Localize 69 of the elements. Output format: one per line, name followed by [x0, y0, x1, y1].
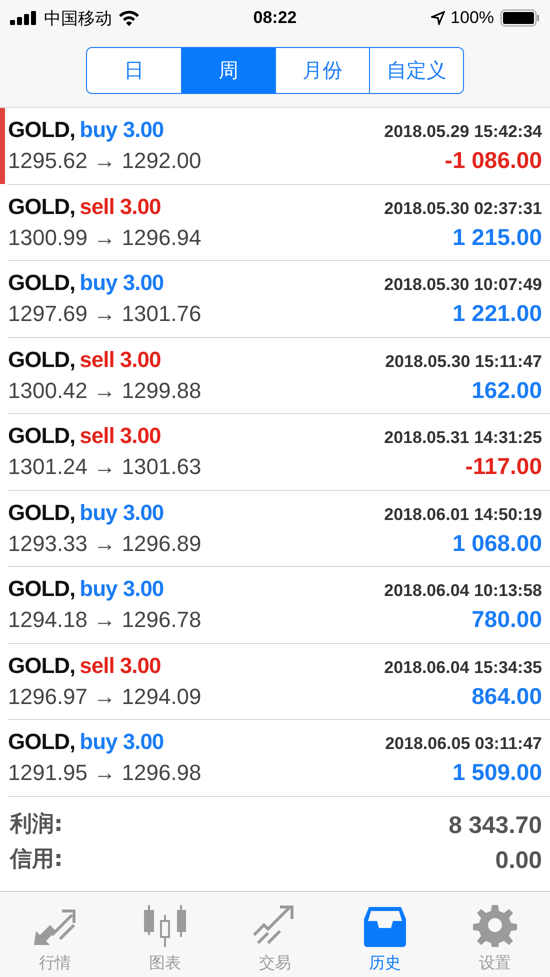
- price-range: 1300.42 → 1299.88: [8, 376, 202, 405]
- period-tab[interactable]: 日: [87, 48, 181, 93]
- battery-icon: [500, 9, 540, 27]
- period-tab[interactable]: 自定义: [369, 48, 463, 93]
- trade-time: 2018.05.31 14:31:25: [384, 427, 542, 450]
- symbol-label: GOLD,: [8, 423, 76, 448]
- trade-volume: buy 3.00: [80, 270, 164, 296]
- inbox-tray-icon: [363, 905, 407, 947]
- symbol-label: GOLD,: [8, 652, 76, 678]
- signal-icon: [10, 11, 38, 25]
- tab-bar-item[interactable]: 交易: [220, 892, 330, 977]
- symbol-label: GOLD,: [8, 117, 76, 142]
- clock-time: 08:22: [253, 8, 297, 28]
- price-range: 1295.62 → 1292.00: [8, 147, 202, 176]
- symbol-label: GOLD,: [8, 346, 76, 372]
- profit-value: 162.00: [472, 376, 542, 405]
- profit-value: 780.00: [472, 605, 542, 634]
- wifi-icon: [118, 10, 140, 26]
- trade-volume: sell 3.00: [80, 652, 161, 678]
- price-range: 1301.24 → 1301.63: [8, 453, 202, 482]
- symbol-label: GOLD,: [8, 270, 76, 296]
- trade-time: 2018.06.05 03:11:47: [385, 733, 542, 756]
- symbol-label: GOLD,: [8, 729, 76, 754]
- summary-value: 0.00: [495, 846, 542, 876]
- trade-volume: buy 3.00: [80, 117, 164, 142]
- location-arrow-icon: [430, 11, 445, 25]
- trade-time: 2018.06.04 10:13:58: [384, 580, 542, 602]
- trade-volume: sell 3.00: [80, 423, 161, 448]
- candlestick-icon: [142, 905, 188, 947]
- profit-value: 864.00: [472, 682, 542, 711]
- battery-percent: 100%: [450, 8, 494, 28]
- profit-value: 1 509.00: [452, 758, 542, 788]
- price-range: 1297.69 → 1301.76: [8, 300, 202, 328]
- summary-label: 利润:: [10, 810, 63, 839]
- profit-value: -1 086.00: [444, 146, 542, 176]
- price-range: 1296.97 → 1294.09: [8, 682, 202, 711]
- trade-volume: sell 3.00: [80, 346, 161, 372]
- profit-value: 1 221.00: [452, 299, 542, 328]
- trade-volume: sell 3.00: [80, 194, 161, 219]
- price-range: 1294.18 → 1296.78: [8, 606, 202, 634]
- price-range: 1300.99 → 1296.94: [8, 224, 202, 252]
- summary-value: 8 343.70: [448, 810, 542, 841]
- carrier-name: 中国移动: [44, 8, 112, 30]
- period-tab[interactable]: 周: [181, 48, 275, 93]
- symbol-label: GOLD,: [8, 500, 76, 525]
- double-arrow-icon: [32, 907, 78, 947]
- summary-label: 信用:: [10, 846, 63, 874]
- trade-time: 2018.06.01 14:50:19: [384, 504, 542, 526]
- trade-volume: buy 3.00: [80, 576, 164, 602]
- trade-time: 2018.05.30 15:11:47: [385, 350, 542, 373]
- period-tab[interactable]: 月份: [275, 48, 369, 93]
- profit-value: 1 068.00: [452, 528, 542, 558]
- tab-bar-item[interactable]: 设置: [440, 892, 550, 977]
- trade-time: 2018.05.30 02:37:31: [384, 198, 542, 220]
- trade-time: 2018.06.04 15:34:35: [384, 656, 542, 679]
- trade-volume: buy 3.00: [80, 729, 164, 754]
- profit-value: -117.00: [465, 452, 542, 482]
- tab-bar-item[interactable]: 图表: [110, 892, 220, 977]
- tab-bar-item[interactable]: 历史: [330, 892, 440, 977]
- trade-time: 2018.05.29 15:42:34: [384, 121, 542, 144]
- profit-value: 1 215.00: [452, 222, 542, 252]
- symbol-label: GOLD,: [8, 576, 76, 602]
- settings-icon: [473, 903, 517, 947]
- price-range: 1291.95 → 1296.98: [8, 759, 202, 788]
- trade-time: 2018.05.30 10:07:49: [384, 274, 542, 296]
- trade-volume: buy 3.00: [80, 500, 164, 525]
- tab-bar-item[interactable]: 行情: [0, 892, 110, 977]
- price-range: 1293.33 → 1296.89: [8, 530, 202, 558]
- symbol-label: GOLD,: [8, 194, 76, 219]
